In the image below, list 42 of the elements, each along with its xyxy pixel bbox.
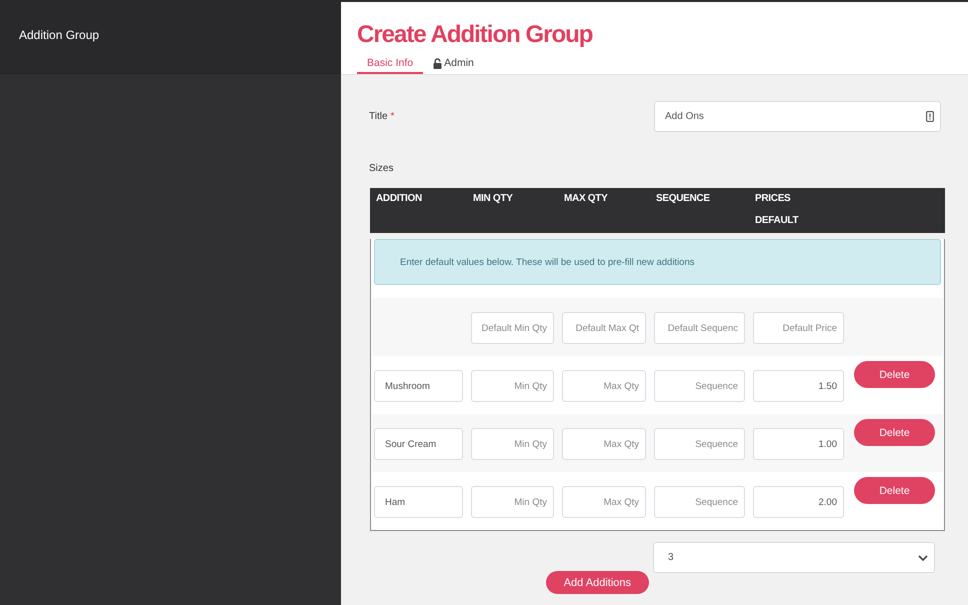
min-qty-field[interactable]: Min Qty: [471, 428, 554, 460]
price-field[interactable]: 2.00: [753, 486, 844, 518]
default-price-field[interactable]: Default Price: [753, 312, 844, 344]
required-mark: *: [390, 110, 394, 122]
column-subheader: DEFAULT: [755, 214, 798, 228]
column-header: MAX QTY: [564, 192, 608, 206]
add-additions-button[interactable]: Add Additions: [546, 571, 649, 594]
page-title: Create Addition Group: [357, 21, 592, 49]
max-qty-field[interactable]: Max Qty: [562, 428, 646, 460]
sequence-field[interactable]: Sequence: [654, 428, 745, 460]
default-max-qty-field[interactable]: Default Max Qt: [562, 312, 646, 344]
addition-name-field[interactable]: Mushroom: [374, 370, 463, 402]
lock-icon: [433, 58, 442, 68]
column-header: PRICES: [755, 192, 790, 206]
addition-name-field[interactable]: Ham: [374, 486, 463, 518]
price-field[interactable]: 1.50: [753, 370, 844, 402]
min-qty-field[interactable]: Min Qty: [471, 486, 554, 518]
sequence-field[interactable]: Sequence: [654, 486, 745, 518]
title-field[interactable]: Add Ons: [654, 101, 941, 132]
info-notice: Enter default values below. These will be used to pre-fill new additions: [374, 239, 941, 285]
price-field[interactable]: 1.00: [753, 428, 844, 460]
delete-button[interactable]: Delete: [854, 477, 935, 504]
addition-name-field[interactable]: Sour Cream: [374, 428, 463, 460]
field-label: Title: [369, 110, 388, 122]
default-min-qty-field[interactable]: Default Min Qty: [471, 312, 554, 344]
chevron-down-icon: [918, 554, 928, 560]
sidebar-title: Addition Group: [19, 28, 100, 42]
max-qty-field[interactable]: Max Qty: [562, 370, 646, 402]
section-label: Sizes: [369, 163, 394, 175]
max-qty-field[interactable]: Max Qty: [562, 486, 646, 518]
tab[interactable]: Admin: [423, 52, 484, 74]
min-qty-field[interactable]: Min Qty: [471, 370, 554, 402]
delete-button[interactable]: Delete: [854, 361, 935, 388]
delete-button[interactable]: Delete: [854, 419, 935, 446]
default-sequence-field[interactable]: Default Sequenc: [654, 312, 745, 344]
tab[interactable]: Basic Info: [357, 52, 424, 74]
exclamation-icon: [926, 111, 934, 122]
column-header: MIN QTY: [473, 192, 513, 206]
count-select[interactable]: 3: [653, 542, 935, 573]
column-header: SEQUENCE: [656, 192, 710, 206]
column-header: ADDITION: [376, 192, 422, 206]
sequence-field[interactable]: Sequence: [654, 370, 745, 402]
